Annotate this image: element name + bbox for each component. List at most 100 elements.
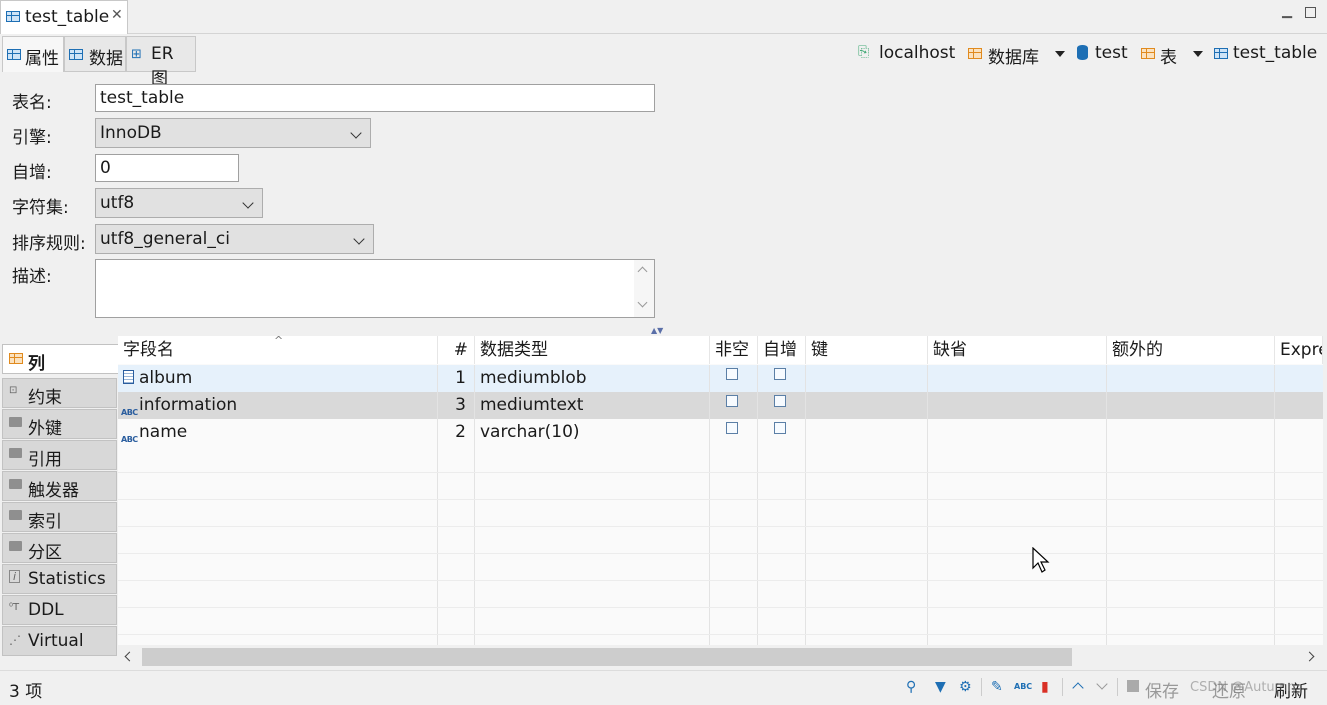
- sidebar-item-statistics[interactable]: i Statistics: [2, 564, 117, 594]
- folder-icon: [9, 417, 22, 427]
- sidebar-item-columns[interactable]: 列: [2, 344, 118, 374]
- abc-type-icon: ABC: [121, 408, 138, 417]
- delete-icon[interactable]: ▮: [1041, 679, 1049, 695]
- field-name-cell: name: [139, 422, 188, 442]
- auto-increment-label: 自增:: [12, 163, 52, 183]
- search-icon[interactable]: ⚲: [906, 679, 916, 695]
- sidebar-item-label: 外键: [28, 419, 62, 439]
- sidebar-item-foreign-keys[interactable]: 外键: [2, 409, 117, 439]
- sidebar-item-label: 触发器: [28, 481, 79, 501]
- sidebar-item-label: 索引: [28, 512, 62, 532]
- sidebar-item-ddl[interactable]: ⁰T DDL: [2, 595, 117, 625]
- table-name-input[interactable]: test_table: [95, 84, 655, 112]
- extra-cell: [1107, 392, 1275, 419]
- not-null-checkbox[interactable]: [726, 368, 738, 380]
- er-diagram-icon: ⊞: [131, 47, 142, 62]
- header-auto-increment[interactable]: 自增: [758, 336, 806, 364]
- default-cell: [928, 365, 1107, 392]
- header-data-type[interactable]: 数据类型: [475, 336, 710, 364]
- table-row[interactable]: ABC information 3 mediumtext: [118, 392, 1323, 419]
- header-field-name[interactable]: 字段名 ^: [118, 336, 438, 364]
- charset-select[interactable]: utf8: [95, 188, 263, 218]
- field-name-cell: information: [139, 395, 238, 415]
- blob-type-icon: [123, 370, 134, 384]
- maximize-icon[interactable]: [1305, 7, 1316, 18]
- description-textarea[interactable]: [95, 259, 655, 318]
- table-row[interactable]: ABC name 2 varchar(10): [118, 419, 1323, 446]
- header-default[interactable]: 缺省: [928, 336, 1107, 364]
- scroll-left-icon[interactable]: [124, 651, 135, 662]
- header-key[interactable]: 键: [806, 336, 928, 364]
- ordinal-cell: 2: [438, 419, 475, 446]
- extra-cell: [1107, 365, 1275, 392]
- watermark: CSDN @Autumn: [1190, 680, 1296, 695]
- breadcrumb-tables[interactable]: 表: [1160, 43, 1177, 68]
- header-expression[interactable]: Expre: [1275, 336, 1323, 364]
- gear-icon[interactable]: ⚙: [959, 679, 972, 695]
- folder-icon: [9, 479, 22, 489]
- sidebar-item-label: 约束: [28, 388, 62, 408]
- tab-er-diagram[interactable]: ⊞ ER 图: [126, 36, 196, 89]
- description-scrollbar[interactable]: [634, 260, 654, 317]
- save-button[interactable]: 保存: [1145, 677, 1179, 702]
- table-name-label: 表名:: [12, 93, 52, 113]
- sidebar-item-label: Statistics: [28, 569, 106, 589]
- table-icon: [6, 11, 20, 22]
- sidebar-item-virtual[interactable]: ⋰ Virtual: [2, 626, 117, 656]
- key-cell: [806, 392, 928, 419]
- tab-properties[interactable]: 属性: [2, 36, 64, 72]
- abc-icon[interactable]: ABC: [1014, 682, 1032, 691]
- database-folder-icon: [968, 48, 982, 59]
- ordinal-cell: 1: [438, 365, 475, 392]
- dropdown-arrow-icon[interactable]: [1055, 51, 1065, 57]
- editor-tab-title: test_table: [25, 7, 110, 27]
- auto-increment-checkbox[interactable]: [774, 395, 786, 407]
- table-row[interactable]: album 1 mediumblob: [118, 365, 1323, 392]
- header-not-null[interactable]: 非空: [710, 336, 758, 364]
- column-sections-sidebar: 列 ⊡ 约束 外键 引用 触发器 索引 分区 i Statistics ⁰T D…: [2, 344, 118, 656]
- horizontal-scrollbar[interactable]: [118, 645, 1323, 669]
- dropdown-arrow-icon[interactable]: [1193, 51, 1203, 57]
- save-icon: [1127, 680, 1139, 692]
- minimize-icon[interactable]: ▁: [1282, 4, 1292, 19]
- auto-increment-checkbox[interactable]: [774, 368, 786, 380]
- sidebar-item-label: 引用: [28, 450, 62, 470]
- sidebar-item-partitions[interactable]: 分区: [2, 533, 117, 563]
- breadcrumb-db[interactable]: test: [1095, 43, 1128, 63]
- edit-icon[interactable]: ✎: [991, 679, 1003, 695]
- engine-select[interactable]: InnoDB: [95, 118, 371, 148]
- info-icon: i: [9, 570, 20, 583]
- move-up-icon[interactable]: [1072, 682, 1084, 694]
- sidebar-item-indexes[interactable]: 索引: [2, 502, 117, 532]
- breadcrumb-table[interactable]: test_table: [1233, 43, 1317, 63]
- header-extra[interactable]: 额外的: [1107, 336, 1275, 364]
- sidebar-item-triggers[interactable]: 触发器: [2, 471, 117, 501]
- breadcrumb-host[interactable]: localhost: [879, 43, 955, 63]
- editor-tab[interactable]: test_table ✕: [0, 0, 128, 34]
- close-icon[interactable]: ✕: [111, 7, 123, 23]
- sidebar-item-label: 列: [28, 354, 45, 374]
- scroll-right-icon[interactable]: [1304, 651, 1315, 662]
- columns-grid: 字段名 ^ # 数据类型 非空 自增 键 缺省 额外的 Expre album …: [118, 336, 1323, 645]
- engine-value: InnoDB: [100, 123, 162, 143]
- sidebar-item-references[interactable]: 引用: [2, 440, 117, 470]
- extra-cell: [1107, 419, 1275, 446]
- breadcrumb-databases[interactable]: 数据库: [988, 43, 1039, 68]
- key-cell: [806, 365, 928, 392]
- not-null-checkbox[interactable]: [726, 395, 738, 407]
- status-bar: 3 项 ⚲ ▼ ⚙ ✎ ABC ▮ 保存 还原 刷新 CSDN @Autumn: [0, 670, 1327, 705]
- sidebar-item-constraints[interactable]: ⊡ 约束: [2, 378, 117, 408]
- auto-increment-input[interactable]: 0: [95, 154, 239, 182]
- auto-increment-checkbox[interactable]: [774, 422, 786, 434]
- sash-toggle-icon[interactable]: ▲▼: [651, 326, 663, 335]
- scrollbar-thumb[interactable]: [142, 648, 1072, 666]
- header-ordinal[interactable]: #: [438, 336, 475, 364]
- filter-icon[interactable]: ▼: [935, 679, 946, 695]
- tab-data[interactable]: 数据: [64, 36, 126, 72]
- move-down-icon[interactable]: [1096, 678, 1108, 690]
- scroll-up-icon[interactable]: [637, 266, 648, 277]
- collation-select[interactable]: utf8_general_ci: [95, 224, 374, 254]
- not-null-checkbox[interactable]: [726, 422, 738, 434]
- scroll-down-icon[interactable]: [637, 297, 648, 308]
- sidebar-item-label: 分区: [28, 543, 62, 563]
